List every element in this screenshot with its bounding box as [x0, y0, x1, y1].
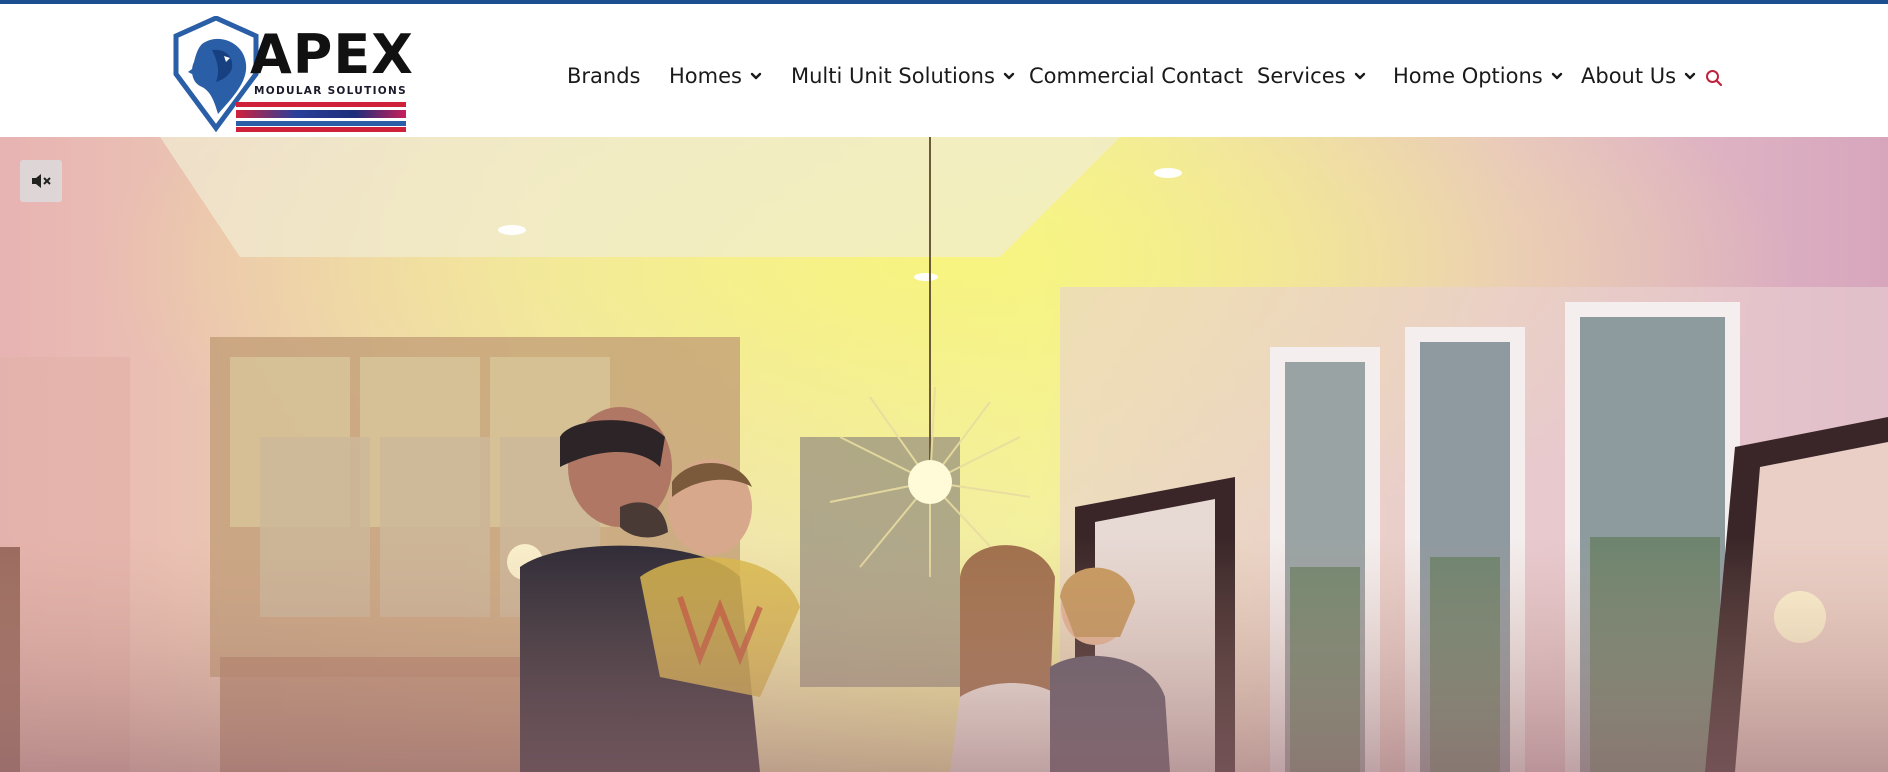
- nav-item-home-options[interactable]: Home Options: [1393, 64, 1564, 88]
- nav-item-label: Multi Unit Solutions: [791, 64, 995, 88]
- mute-toggle-button[interactable]: [20, 160, 62, 202]
- speaker-muted-icon: [32, 174, 51, 188]
- hero-video-frame: [0, 137, 1888, 772]
- chevron-down-icon: [1684, 72, 1696, 80]
- nav-item-services[interactable]: Services: [1257, 64, 1367, 88]
- site-header: APEX MODULAR SOLUTIONS Brands Homes Mult…: [0, 4, 1888, 137]
- chevron-down-icon: [1354, 72, 1365, 80]
- search-icon[interactable]: [1704, 68, 1724, 88]
- nav-item-commercial-contact[interactable]: Commercial Contact: [1029, 64, 1243, 88]
- nav-item-label: Homes: [669, 64, 742, 88]
- nav-item-about-us[interactable]: About Us: [1581, 64, 1697, 88]
- chevron-down-icon: [1551, 72, 1562, 80]
- chevron-down-icon: [750, 72, 762, 80]
- nav-item-homes[interactable]: Homes: [669, 64, 763, 88]
- nav-item-brands[interactable]: Brands: [567, 64, 641, 88]
- nav-item-label: Commercial Contact: [1029, 64, 1243, 88]
- chevron-down-icon: [1003, 72, 1015, 80]
- nav-item-multi-unit-solutions[interactable]: Multi Unit Solutions: [791, 64, 1016, 88]
- main-nav: Brands Homes Multi Unit Solutions Commer…: [0, 8, 1888, 141]
- nav-item-label: Services: [1257, 64, 1346, 88]
- nav-item-label: About Us: [1581, 64, 1677, 88]
- nav-item-label: Home Options: [1393, 64, 1543, 88]
- hero-video[interactable]: [0, 137, 1888, 772]
- nav-item-label: Brands: [567, 64, 641, 88]
